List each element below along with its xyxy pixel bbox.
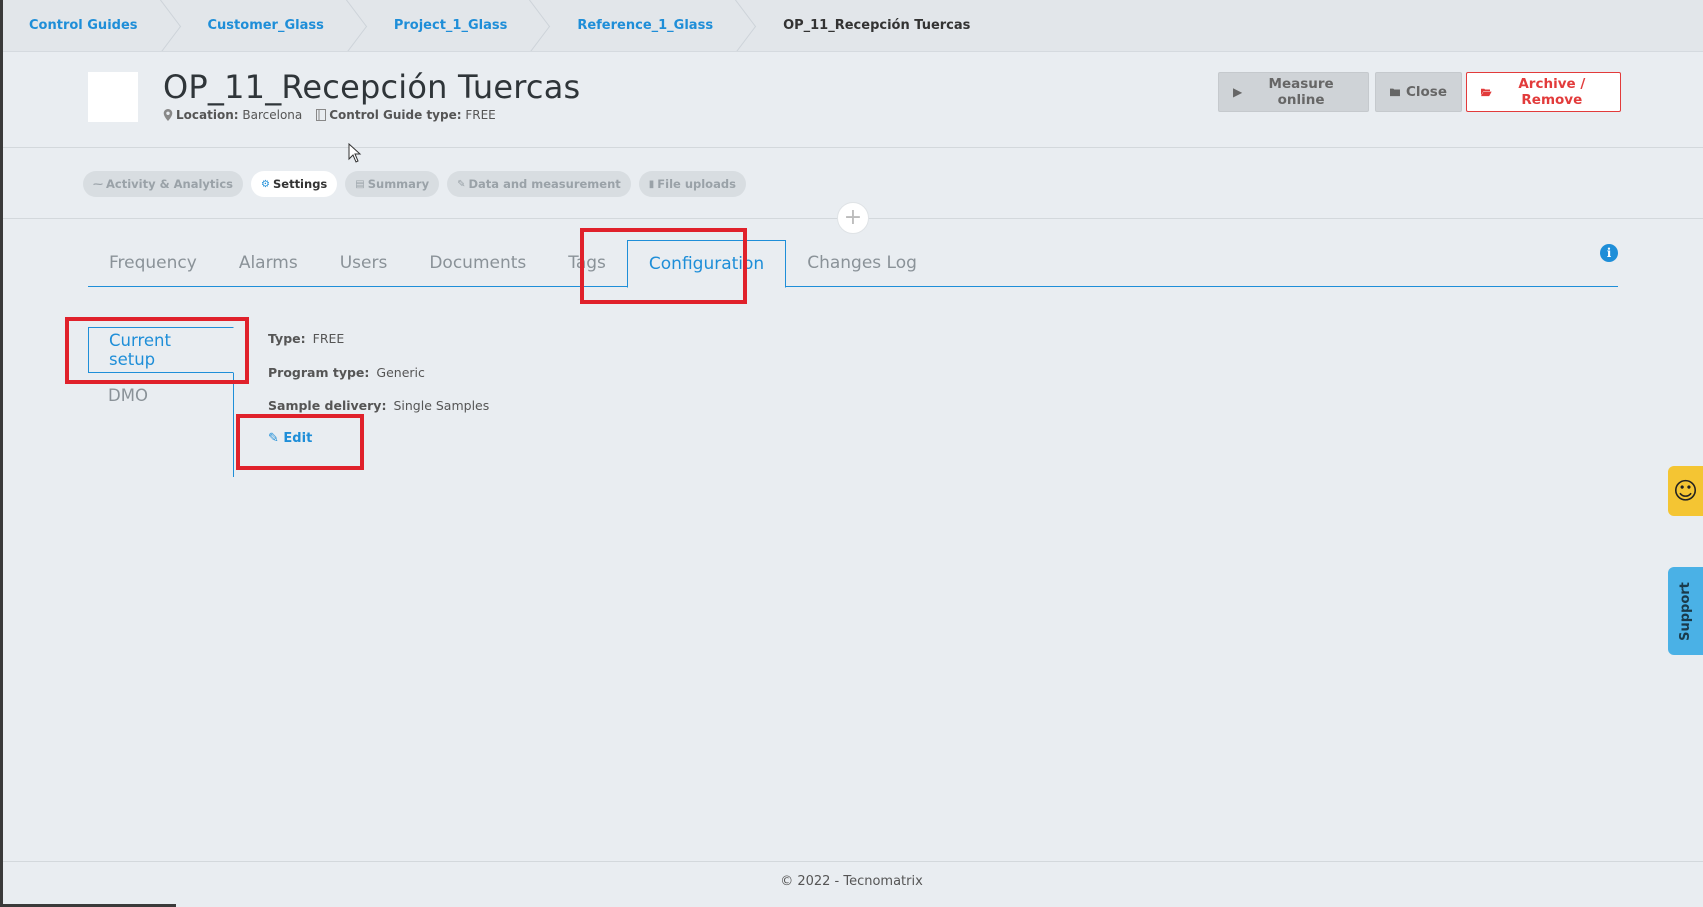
support-tab[interactable]: Support [1668,567,1703,655]
config-type: Type: FREE [268,331,345,346]
map-marker-icon [163,109,173,121]
tab-changes-log[interactable]: Changes Log [786,240,938,286]
gear-icon: ⚙ [261,178,270,190]
pill-summary[interactable]: ▤ Summary [345,171,440,197]
breadcrumb-current: OP_11_Recepción Tuercas [783,18,971,33]
section-pills: ⁓ Activity & Analytics ⚙ Settings ▤ Summary… [83,171,746,197]
play-icon: ▶ [1233,85,1243,99]
highlight-configuration-tab [580,228,747,304]
file-icon: ▮ [648,178,655,190]
pencil-icon: ✎ [457,178,466,190]
guide-thumbnail [88,72,138,122]
measure-online-button[interactable]: ▶ Measure online [1218,72,1369,112]
plus-icon: + [843,205,863,230]
pill-data-measurement[interactable]: ✎ Data and measurement [447,171,631,197]
add-button[interactable]: + [837,202,869,234]
config-sample-delivery: Sample delivery: Single Samples [268,398,490,413]
breadcrumb-customer[interactable]: Customer_Glass [182,0,368,51]
pill-settings[interactable]: ⚙ Settings [251,171,338,197]
tab-frequency[interactable]: Frequency [88,240,218,286]
folder-icon [1390,88,1400,97]
breadcrumb: Control Guides Customer_Glass Project_1_… [3,0,1703,52]
guide-meta: Location: Barcelona Control Guide type: … [163,108,496,122]
smiley-icon: ☺ [1672,477,1699,505]
feedback-smiley-button[interactable]: ☺ [1668,466,1703,516]
breadcrumb-project[interactable]: Project_1_Glass [368,0,551,51]
info-icon[interactable]: i [1600,244,1618,262]
pill-activity-analytics[interactable]: ⁓ Activity & Analytics [83,171,244,197]
book-icon [316,109,327,121]
config-program-type: Program type: Generic [268,365,425,380]
document-icon: ▤ [355,178,365,190]
breadcrumb-control-guides[interactable]: Control Guides [3,0,182,51]
tab-alarms[interactable]: Alarms [218,240,319,286]
page-header: OP_11_Recepción Tuercas Location: Barcel… [3,52,1703,148]
breadcrumb-reference[interactable]: Reference_1_Glass [551,0,757,51]
location-meta: Location: Barcelona [163,108,302,122]
folder-open-icon [1481,88,1492,97]
page-title: OP_11_Recepción Tuercas [163,68,581,106]
footer-copyright: © 2022 - Tecnomatrix [780,874,923,889]
highlight-current-setup [65,317,249,384]
type-meta: Control Guide type: FREE [316,108,496,122]
tab-users[interactable]: Users [319,240,409,286]
mouse-cursor-icon [348,143,362,163]
archive-remove-button[interactable]: Archive / Remove [1466,72,1621,112]
highlight-edit-link [236,414,364,470]
close-button[interactable]: Close [1375,72,1462,112]
footer-divider [3,861,1703,862]
pill-file-uploads[interactable]: ▮ File uploads [638,171,746,197]
settings-tabs: Frequency Alarms Users Documents Tags Co… [88,240,1618,288]
tab-documents[interactable]: Documents [408,240,547,286]
pulse-icon: ⁓ [93,178,103,190]
